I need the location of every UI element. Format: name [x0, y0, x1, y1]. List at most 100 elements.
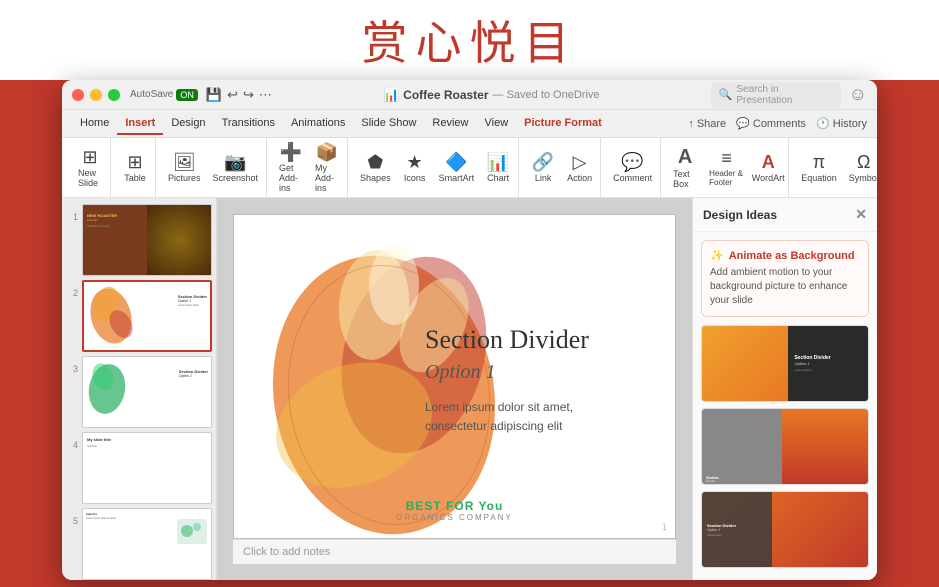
undo-icon[interactable]: ↩: [227, 87, 238, 103]
user-icon[interactable]: ☺: [849, 84, 867, 105]
design-panel: Design Ideas ✕ ✨ Animate as Background A…: [692, 198, 877, 580]
pictures-button[interactable]: 🖼 Pictures: [164, 151, 205, 185]
redo-icon[interactable]: ↪: [243, 87, 254, 103]
tab-review[interactable]: Review: [424, 113, 476, 135]
list-item[interactable]: 1 NEW ROASTER Ecuador Subtitle text here: [66, 204, 212, 276]
title-bar: AutoSave ON 💾 ↩ ↪ ⋯ 📊 Coffee Roaster — S…: [62, 80, 877, 110]
center-canvas: Section Divider Option 1 Lorem ipsum dol…: [217, 198, 692, 580]
history-button[interactable]: 🕐 History: [816, 117, 867, 130]
minimize-button[interactable]: [90, 89, 102, 101]
slide-thumbnail-4[interactable]: My slide title Subtitle: [82, 432, 212, 504]
ribbon-tabs: Home Insert Design Transitions Animation…: [62, 110, 877, 138]
textbox-icon: A: [678, 147, 692, 167]
slide-text-content: Section Divider Option 1 Lorem ipsum dol…: [425, 325, 625, 436]
tab-home[interactable]: Home: [72, 113, 117, 135]
ribbon-group-table: ⊞ Table: [115, 138, 156, 197]
smartart-icon: 🔷: [445, 153, 467, 171]
slide-thumbnail-2[interactable]: Section Divider Option 1 Lorem ipsum dol…: [82, 280, 212, 352]
ribbon-right-actions: ↑ Share 💬 Comments 🕐 History: [688, 117, 867, 130]
get-addins-button[interactable]: ➕ Get Add-ins: [275, 141, 307, 195]
action-button[interactable]: ▷ Action: [563, 151, 596, 185]
slide-footer: BEST FOR You ORGANICS COMPANY: [396, 499, 513, 522]
comments-button[interactable]: 💬 Comments: [736, 117, 806, 130]
link-button[interactable]: 🔗 Link: [527, 151, 559, 185]
doc-title: Coffee Roaster: [403, 88, 488, 102]
equation-button[interactable]: π Equation: [797, 151, 841, 185]
wordart-button[interactable]: A WordArt: [752, 151, 784, 185]
design-panel-close[interactable]: ✕: [855, 206, 867, 223]
smartart-button[interactable]: 🔷 SmartArt: [435, 151, 479, 185]
slide-thumbnail-5[interactable]: Imports Lorem ipsum dolor sit amet: [82, 508, 212, 580]
more-icon[interactable]: ⋯: [259, 87, 272, 103]
addins-icon: ➕: [280, 143, 302, 161]
my-addins-button[interactable]: 📦 My Add-ins: [311, 141, 343, 195]
main-area: 1 NEW ROASTER Ecuador Subtitle text here: [62, 198, 877, 580]
design-panel-title: Design Ideas: [703, 208, 777, 222]
tab-insert[interactable]: Insert: [117, 113, 163, 135]
list-item[interactable]: 3 Section Divider Option 2: [66, 356, 212, 428]
main-slide-canvas[interactable]: Section Divider Option 1 Lorem ipsum dol…: [233, 214, 676, 539]
ribbon-group-slide: ⊞ New Slide: [70, 138, 111, 197]
notes-bar[interactable]: Click to add notes: [233, 539, 676, 564]
toolbar-icons: 💾 ↩ ↪ ⋯: [206, 87, 272, 103]
pictures-icon: 🖼: [173, 153, 196, 171]
ribbon-group-links: 🔗 Link ▷ Action: [523, 138, 601, 197]
blob-svg-thumb2: [86, 284, 146, 349]
comment-button[interactable]: 💬 Comment: [609, 151, 656, 185]
textbox-button[interactable]: A Text Box: [669, 145, 701, 191]
header-footer-button[interactable]: ≡ Header & Footer: [705, 147, 748, 189]
section-title: Section Divider: [425, 325, 625, 355]
screenshot-button[interactable]: 📷 Screenshot: [209, 151, 263, 185]
table-button[interactable]: ⊞ Table: [119, 151, 151, 185]
page-title: 赏心悦目: [362, 7, 578, 73]
design-idea-1[interactable]: Section Divider Option 1 Lorem ipsum: [701, 325, 869, 402]
new-slide-icon: ⊞: [82, 148, 97, 166]
header-footer-icon: ≡: [721, 149, 732, 167]
icons-button[interactable]: ★ Icons: [399, 151, 431, 185]
ribbon-group-addins: ➕ Get Add-ins 📦 My Add-ins: [271, 138, 348, 197]
design-idea-2[interactable]: Section Divider: [701, 408, 869, 485]
design-idea-3[interactable]: Section Divider Option 1 Lorem ipsum: [701, 491, 869, 568]
search-box[interactable]: 🔍 Search in Presentation: [711, 82, 841, 108]
tab-picture-format[interactable]: Picture Format: [516, 113, 610, 135]
close-button[interactable]: [72, 89, 84, 101]
symbol-button[interactable]: Ω Symbol: [845, 151, 877, 185]
list-item[interactable]: 4 My slide title Subtitle: [66, 432, 212, 504]
chart-icon: 📊: [487, 153, 509, 171]
tab-animations[interactable]: Animations: [283, 113, 353, 135]
ribbon-group-images: 🖼 Pictures 📷 Screenshot: [160, 138, 267, 197]
tab-view[interactable]: View: [477, 113, 517, 135]
list-item[interactable]: 5 Imports Lorem ipsum dolor sit amet: [66, 508, 212, 580]
share-icon: ↑: [688, 118, 694, 130]
powerpoint-icon: 📊: [383, 87, 399, 103]
ribbon-group-symbols: π Equation Ω Symbol: [793, 138, 877, 197]
wordart-icon: A: [762, 153, 775, 171]
maximize-button[interactable]: [108, 89, 120, 101]
save-icon[interactable]: 💾: [206, 87, 222, 103]
ribbon-toolbar: ⊞ New Slide ⊞ Table 🖼 Pictures 📷 Screens…: [62, 138, 877, 198]
table-icon: ⊞: [127, 153, 142, 171]
slide-panel: 1 NEW ROASTER Ecuador Subtitle text here: [62, 198, 217, 580]
list-item[interactable]: 2 Section Divider Option 1: [66, 280, 212, 352]
slide-body-text: Lorem ipsum dolor sit amet, consectetur …: [425, 398, 625, 436]
app-window: AutoSave ON 💾 ↩ ↪ ⋯ 📊 Coffee Roaster — S…: [62, 80, 877, 580]
slide-thumbnail-3[interactable]: Section Divider Option 2: [82, 356, 212, 428]
autosave-badge: AutoSave ON: [130, 89, 198, 101]
animate-bg-desc: Add ambient motion to your background pi…: [710, 266, 860, 308]
new-slide-button[interactable]: ⊞ New Slide: [74, 146, 106, 190]
sparkle-icon: ✨: [710, 249, 724, 262]
animate-bg-card[interactable]: ✨ Animate as Background Add ambient moti…: [701, 240, 869, 317]
screenshot-icon: 📷: [224, 153, 246, 171]
tab-slideshow[interactable]: Slide Show: [353, 113, 424, 135]
comments-icon: 💬: [736, 117, 750, 130]
shapes-button[interactable]: ⬟ Shapes: [356, 151, 395, 185]
tab-transitions[interactable]: Transitions: [214, 113, 283, 135]
my-addins-icon: 📦: [316, 143, 338, 161]
share-button[interactable]: ↑ Share: [688, 117, 726, 130]
save-status: — Saved to OneDrive: [493, 89, 600, 101]
slide-thumbnail-1[interactable]: NEW ROASTER Ecuador Subtitle text here: [82, 204, 212, 276]
tab-design[interactable]: Design: [163, 113, 213, 135]
design-panel-header: Design Ideas ✕: [693, 198, 877, 232]
chart-button[interactable]: 📊 Chart: [482, 151, 514, 185]
action-icon: ▷: [573, 153, 587, 171]
